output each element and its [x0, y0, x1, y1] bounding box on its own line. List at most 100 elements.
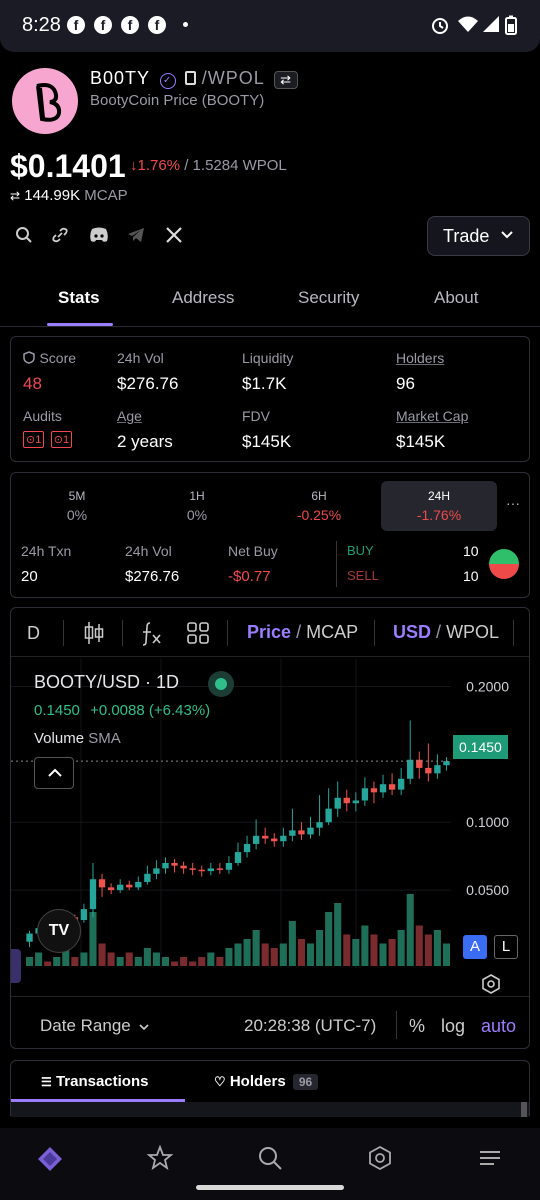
- volume-bar: [370, 934, 378, 966]
- period-value: 0%: [186, 507, 208, 523]
- candle-body: [98, 879, 106, 888]
- auto-scale-toggle[interactable]: auto: [481, 1016, 516, 1037]
- currency-toggle[interactable]: USD / WPOL: [393, 622, 499, 643]
- price-in-quote: / 1.5284 WPOL: [184, 157, 287, 174]
- volume-bar: [207, 952, 215, 966]
- age-link[interactable]: Age: [117, 408, 142, 424]
- live-indicator: [208, 671, 234, 697]
- volume-bar: [143, 948, 151, 966]
- candle-body: [207, 868, 214, 872]
- mcap-option[interactable]: MCAP: [306, 622, 358, 642]
- collapse-legend-button[interactable]: [34, 757, 74, 789]
- layouts-grid-icon[interactable]: [187, 622, 209, 644]
- more-periods-button[interactable]: ···: [506, 495, 520, 511]
- period-5m[interactable]: 5M 0%: [17, 481, 137, 531]
- buy-count: 10: [463, 543, 479, 559]
- interval-button[interactable]: D: [27, 623, 40, 644]
- candle-body: [407, 759, 414, 779]
- volume-bar: [189, 961, 197, 966]
- telegram-icon[interactable]: [127, 227, 145, 243]
- search-icon[interactable]: [15, 226, 33, 244]
- candle-body: [388, 784, 396, 790]
- log-scale-toggle[interactable]: log: [441, 1016, 465, 1037]
- auto-scale-button[interactable]: A: [463, 935, 487, 959]
- swap-pair-button[interactable]: ⇄: [274, 71, 299, 89]
- divider: [336, 541, 337, 587]
- candle-body: [80, 909, 88, 920]
- tab-stats[interactable]: Stats: [58, 288, 100, 308]
- home-logo-icon[interactable]: [37, 1146, 63, 1172]
- period-card: 5M 0% 1H 0% 6H -0.25% 24H -1.76% ··· 24h…: [10, 472, 530, 598]
- usd-option[interactable]: USD: [393, 622, 431, 642]
- market-cap-value: $145K: [396, 432, 446, 451]
- link-icon[interactable]: [51, 226, 69, 244]
- period-value: -1.76%: [416, 507, 462, 523]
- tab-holders-label: Holders: [229, 1073, 286, 1090]
- period-6h[interactable]: 6H -0.25%: [259, 481, 379, 531]
- txn-label: 24h Txn: [21, 543, 72, 559]
- divider: [227, 620, 228, 646]
- score-label: Score: [39, 350, 77, 366]
- scrollbar[interactable]: [521, 1102, 527, 1117]
- candle-body: [425, 767, 432, 774]
- price-mcap-toggle[interactable]: Price / MCAP: [247, 622, 358, 643]
- chart-pair-title: BOOTY/USD · 1D: [34, 672, 180, 692]
- trade-button[interactable]: Trade: [427, 216, 530, 256]
- candle-body: [334, 797, 341, 809]
- audit-warning-badge[interactable]: ⊙1: [23, 431, 45, 448]
- tab-address[interactable]: Address: [172, 288, 234, 308]
- volume-bar: [343, 934, 351, 966]
- date-range-button[interactable]: Date Range: [40, 1016, 150, 1036]
- mcap-label: MCAP: [84, 187, 128, 204]
- chart-settings-icon[interactable]: [481, 974, 501, 994]
- tradingview-logo: TV: [37, 909, 81, 953]
- price-option[interactable]: Price: [247, 622, 291, 642]
- indicators-icon[interactable]: [141, 620, 163, 646]
- chart-clock[interactable]: 20:28:38 (UTC-7): [244, 1016, 376, 1036]
- volume-bar: [270, 948, 278, 966]
- volume-bar: [406, 894, 414, 966]
- menu-icon[interactable]: [478, 1148, 502, 1168]
- copy-icon[interactable]: [184, 71, 196, 85]
- tab-transactions[interactable]: ☰ Transactions: [41, 1073, 148, 1090]
- candle-body: [126, 884, 133, 888]
- candlestick-type-icon[interactable]: [83, 621, 105, 645]
- period-24h[interactable]: 24H -1.76%: [381, 481, 497, 531]
- volume-bar: [415, 925, 423, 966]
- period-label: 1H: [189, 489, 205, 503]
- x-twitter-icon[interactable]: [165, 226, 183, 244]
- tab-security[interactable]: Security: [298, 288, 359, 308]
- candle-body: [352, 800, 360, 804]
- period-label: 5M: [68, 489, 86, 503]
- candle-body: [171, 862, 178, 866]
- percent-scale-button[interactable]: %: [409, 1016, 425, 1037]
- y-tick-label: 0.2000: [466, 678, 509, 694]
- mcap-row: ⇄ 144.99K MCAP: [10, 187, 128, 204]
- volume-bar: [379, 943, 387, 966]
- discord-icon[interactable]: [89, 227, 109, 243]
- y-tick-label: 0.1000: [466, 814, 509, 830]
- tab-holders[interactable]: ♡ Holders 96: [214, 1073, 319, 1090]
- volume-bar: [424, 934, 432, 966]
- divider: [513, 620, 514, 646]
- volume-bar: [325, 912, 333, 966]
- sma-label: SMA: [88, 730, 121, 747]
- wpol-option[interactable]: WPOL: [446, 622, 499, 642]
- side-drawer-handle[interactable]: [11, 949, 21, 983]
- period-label: 24H: [427, 489, 450, 503]
- log-scale-button[interactable]: L: [494, 935, 518, 959]
- holders-link[interactable]: Holders: [396, 350, 444, 366]
- volume-bar: [53, 957, 61, 966]
- watchlist-star-icon[interactable]: [147, 1145, 173, 1171]
- candle-body: [153, 868, 160, 874]
- period-1h[interactable]: 1H 0%: [137, 481, 257, 531]
- settings-hex-icon[interactable]: [367, 1145, 393, 1171]
- audit-warning-badge[interactable]: ⊙1: [50, 431, 73, 448]
- chart-delta: +0.0088 (+6.43%): [90, 702, 211, 719]
- separator: /: [436, 622, 442, 642]
- candle-body: [116, 884, 124, 891]
- market-cap-link[interactable]: Market Cap: [396, 408, 468, 424]
- search-icon[interactable]: [257, 1145, 283, 1171]
- tab-about[interactable]: About: [434, 288, 478, 308]
- candle-body: [135, 881, 142, 888]
